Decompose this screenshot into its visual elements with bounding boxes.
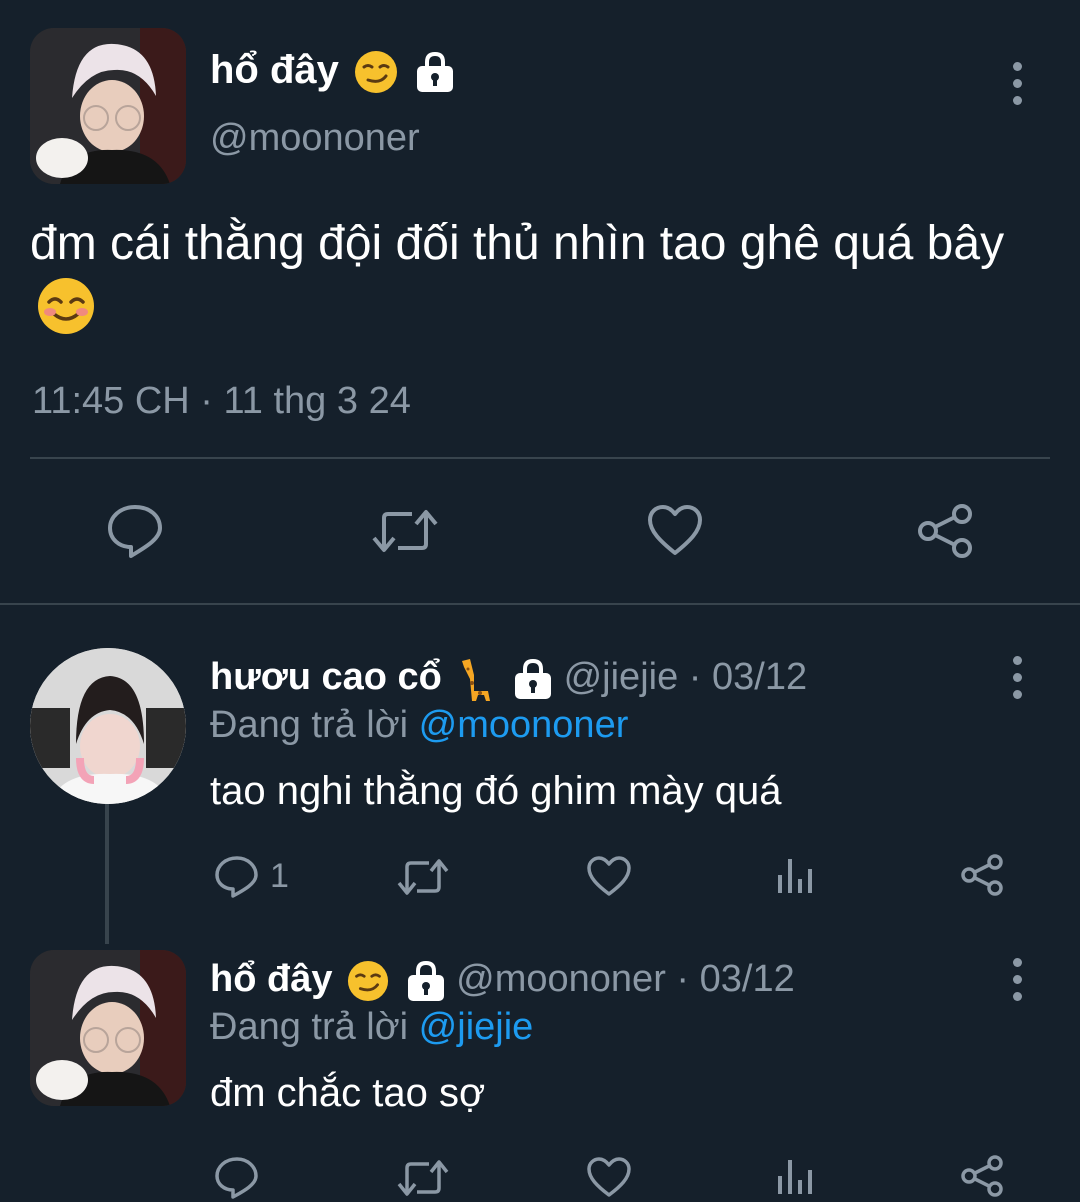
reply-header: hươu cao cổ @jiejie · 03/12 xyxy=(210,654,807,703)
retweet-icon[interactable] xyxy=(396,1158,450,1198)
reply-icon[interactable] xyxy=(106,503,164,559)
timestamp[interactable]: 11:45 CH · 11 thg 3 24 xyxy=(32,378,411,424)
share-icon[interactable] xyxy=(960,1154,1006,1198)
views-icon[interactable] xyxy=(776,855,816,895)
lock-icon xyxy=(515,658,552,699)
replying-to-label: Đang trả lời xyxy=(210,1006,409,1048)
handle[interactable]: @moononer xyxy=(456,958,666,1000)
more-options-icon[interactable] xyxy=(1012,62,1022,105)
reply-header: hổ đây @moononer · 03/12 xyxy=(210,956,795,1003)
views-icon[interactable] xyxy=(776,1156,816,1196)
retweet-icon[interactable] xyxy=(370,506,440,556)
smiling-face-icon xyxy=(38,278,94,335)
reply-text: tao nghi thằng đó ghim mày quá xyxy=(210,769,782,813)
more-options-icon[interactable] xyxy=(1012,656,1022,699)
reply-count: 1 xyxy=(270,857,289,895)
retweet-icon[interactable] xyxy=(396,857,450,897)
more-options-icon[interactable] xyxy=(1012,958,1022,1001)
display-name[interactable]: hổ đây xyxy=(210,958,332,1000)
share-icon[interactable] xyxy=(960,853,1006,897)
replying-to: Đang trả lời @jiejie xyxy=(210,1004,533,1050)
avatar-image xyxy=(30,28,186,184)
handle[interactable]: @moononer xyxy=(210,116,420,160)
replying-to: Đang trả lời @moononer xyxy=(210,702,628,748)
avatar[interactable] xyxy=(30,950,186,1106)
share-icon[interactable] xyxy=(916,502,976,560)
lock-icon xyxy=(407,960,444,1001)
section-divider xyxy=(0,603,1080,605)
smirking-face-icon xyxy=(355,51,398,94)
tweet-text: đm cái thằng đội đối thủ nhìn tao ghê qu… xyxy=(30,214,1040,336)
avatar[interactable] xyxy=(30,28,186,184)
like-icon[interactable] xyxy=(646,503,704,557)
lock-icon xyxy=(417,52,454,93)
display-name-text: hổ đây xyxy=(210,48,339,92)
tweet-text-content: đm cái thằng đội đối thủ nhìn tao ghê qu… xyxy=(30,217,1005,270)
replying-to-handle[interactable]: @jiejie xyxy=(419,1006,534,1048)
avatar-image xyxy=(30,648,186,804)
reply-text: đm chắc tao sợ xyxy=(210,1071,486,1115)
avatar-image xyxy=(30,950,186,1106)
handle[interactable]: @jiejie xyxy=(564,656,679,698)
reply-icon[interactable] xyxy=(214,855,260,899)
divider xyxy=(30,457,1050,459)
like-icon[interactable] xyxy=(586,1156,632,1198)
display-name[interactable]: hươu cao cổ xyxy=(210,656,442,698)
like-icon[interactable] xyxy=(586,855,632,897)
replying-to-label: Đang trả lời xyxy=(210,704,409,746)
display-name[interactable]: hổ đây xyxy=(210,46,455,94)
thread-line xyxy=(105,804,109,944)
smirking-face-icon xyxy=(347,960,389,1002)
giraffe-icon xyxy=(462,658,491,701)
reply-icon[interactable] xyxy=(214,1156,260,1200)
tweet-date[interactable]: · 03/12 xyxy=(689,656,807,698)
replying-to-handle[interactable]: @moononer xyxy=(419,704,629,746)
tweet-date[interactable]: · 03/12 xyxy=(676,958,794,1000)
avatar[interactable] xyxy=(30,648,186,804)
